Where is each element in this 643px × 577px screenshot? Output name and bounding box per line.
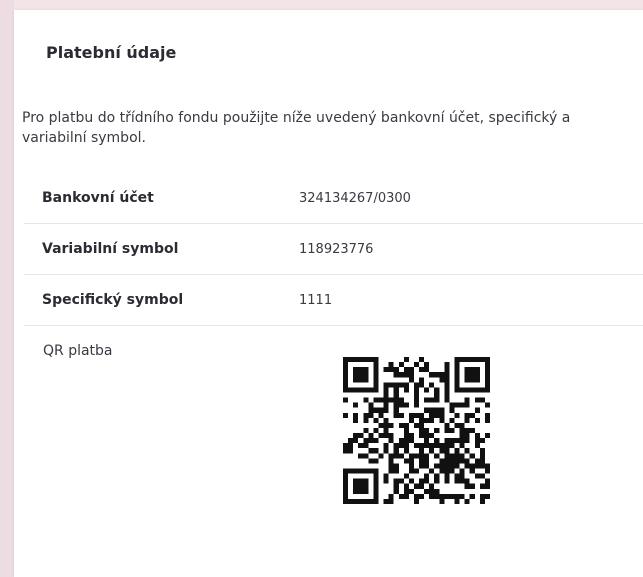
page-background (0, 0, 14, 577)
qr-payment-label: QR platba (43, 343, 113, 359)
specific-symbol-label: Specifický symbol (42, 292, 184, 308)
bank-account-value: 324134267/0300 (299, 190, 411, 206)
table-row-bank-account: Bankovní účet 324134267/0300 (24, 173, 643, 224)
payment-details-table: Bankovní účet 324134267/0300 Variabilní … (24, 173, 643, 326)
variable-symbol-value: 118923776 (299, 241, 374, 257)
payment-details-card: Platební údaje Pro platbu do třídního fo… (14, 10, 643, 577)
payment-description: Pro platbu do třídního fondu použijte ní… (22, 110, 571, 146)
card-title: Platební údaje (46, 43, 177, 62)
table-row-specific-symbol: Specifický symbol 1111 (24, 275, 643, 326)
variable-symbol-label: Variabilní symbol (42, 241, 179, 257)
specific-symbol-value: 1111 (299, 292, 333, 308)
table-row-variable-symbol: Variabilní symbol 118923776 (24, 224, 643, 275)
qr-code-icon (343, 357, 490, 504)
bank-account-label: Bankovní účet (42, 190, 154, 206)
